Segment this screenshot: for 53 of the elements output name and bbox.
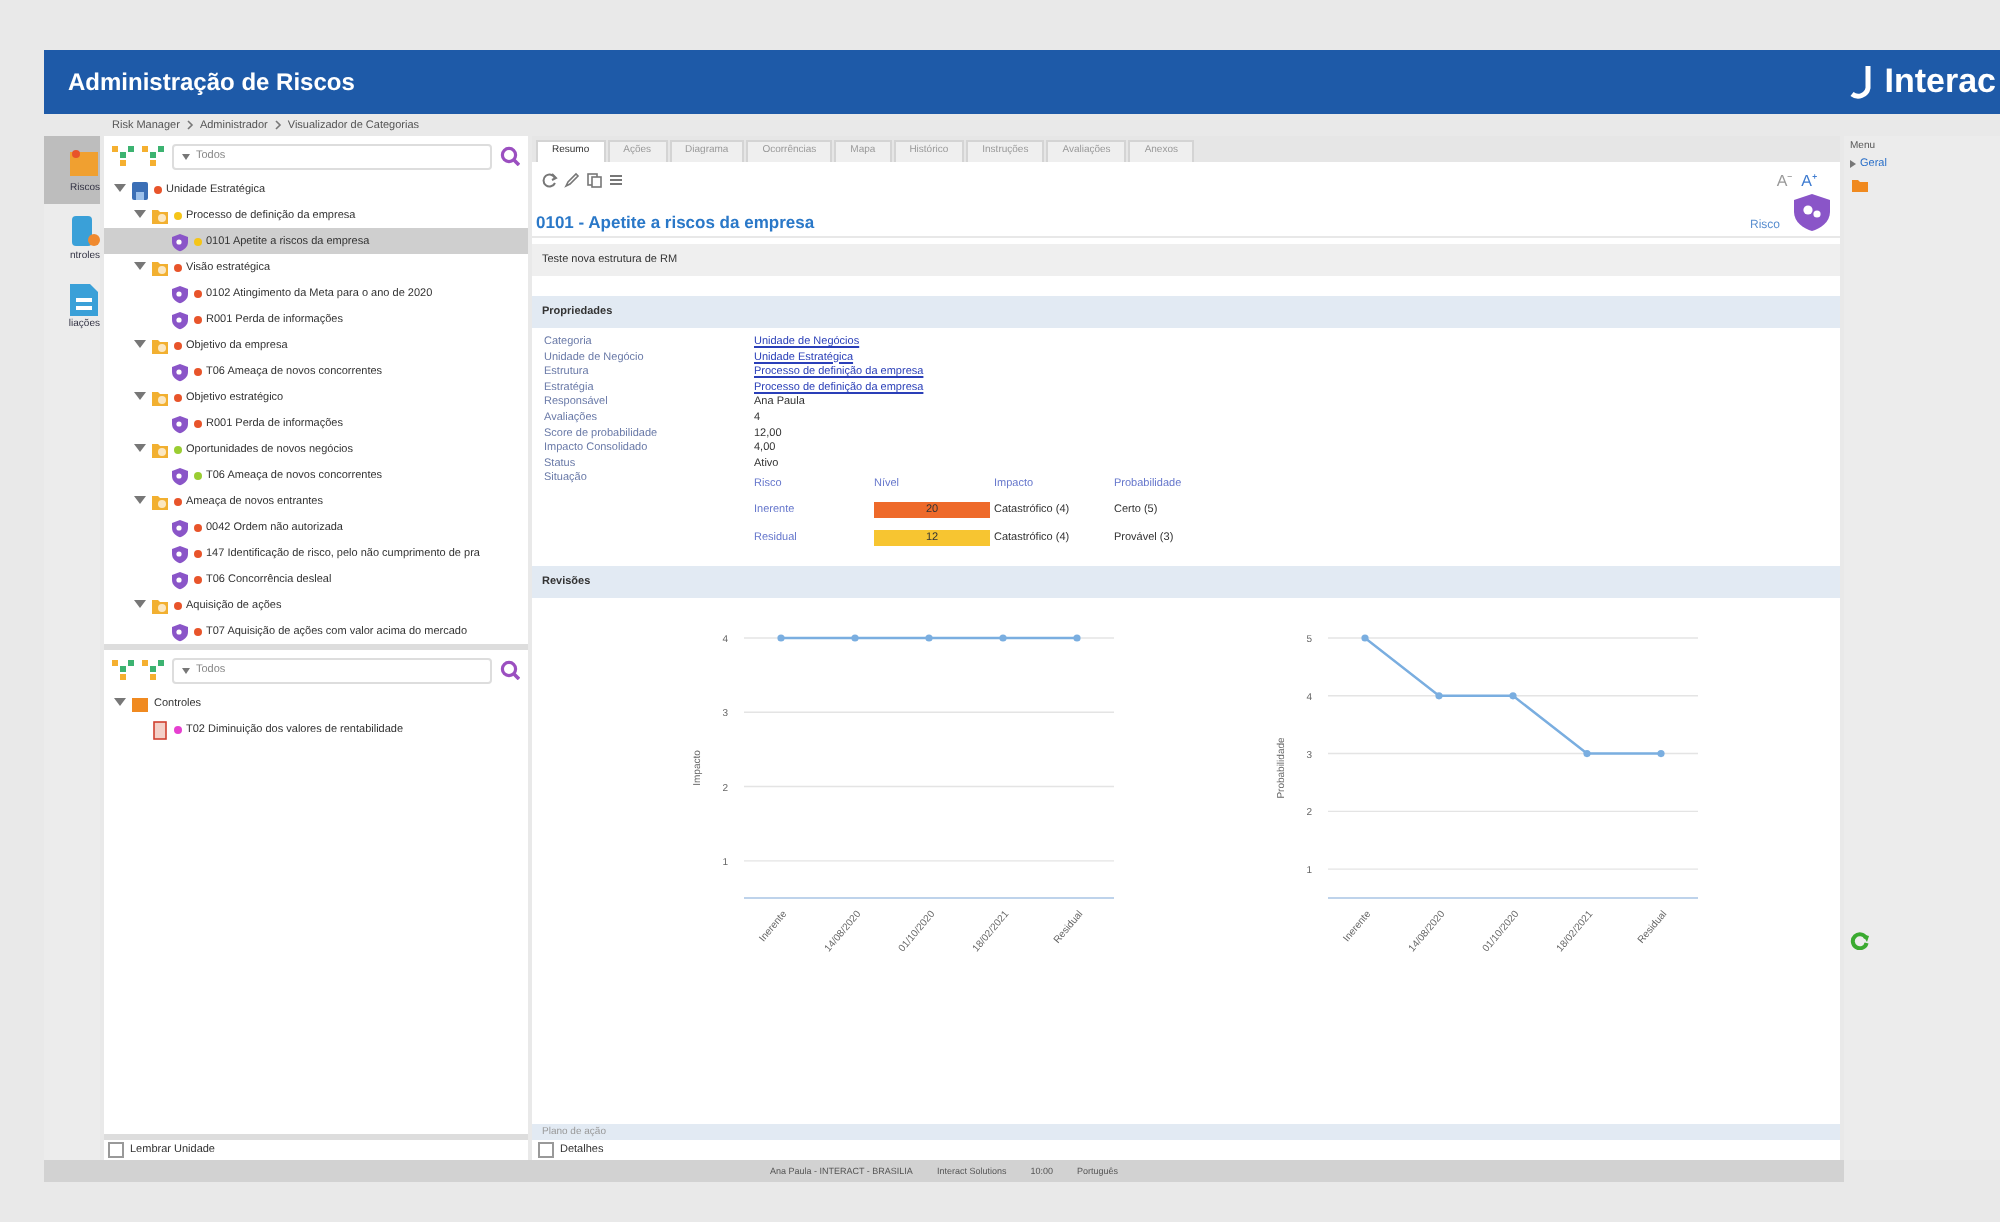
caret-icon [1850, 160, 1856, 168]
data-point [1073, 635, 1081, 643]
folder-icon [1850, 176, 1870, 194]
expand-all-icon [112, 660, 134, 680]
data-point [925, 635, 933, 643]
shield-icon [170, 283, 190, 303]
folder-icon [150, 205, 170, 225]
document-icon [150, 719, 170, 739]
logo-text: Interac [1884, 62, 1996, 102]
caret-icon [182, 153, 190, 159]
shield-icon [170, 361, 190, 381]
shield-icon [170, 413, 190, 433]
folder-icon [150, 439, 170, 459]
collapse-all-icon [142, 146, 164, 166]
search-icon [500, 660, 520, 680]
data-point [851, 635, 859, 643]
chevron-icon [185, 120, 194, 130]
building-icon [130, 179, 150, 199]
pencil-icon [564, 171, 580, 187]
shield-icon [170, 309, 190, 329]
folder-icon [150, 491, 170, 511]
data-point [1435, 692, 1443, 701]
shield-icon [170, 517, 190, 537]
folder-icon [150, 595, 170, 615]
data-point [1361, 635, 1369, 643]
checkbox[interactable] [538, 1142, 554, 1158]
folder-icon [130, 693, 150, 713]
data-point [1509, 692, 1517, 701]
chevron-icon [273, 120, 282, 130]
shield-icon [170, 543, 190, 563]
folder-icon [150, 257, 170, 277]
shield-icon [1792, 192, 1832, 232]
app-title: Administração de Riscos [68, 68, 355, 96]
risk-title: 0101 - Apetite a riscos da empresa [536, 212, 815, 232]
font-size-button[interactable]: A⁺ [1801, 168, 1818, 190]
list-icon [608, 171, 624, 187]
data-point [1583, 750, 1591, 758]
search-icon [500, 146, 520, 166]
expand-all-icon [112, 146, 134, 166]
copy-icon [586, 171, 602, 187]
data-point [999, 635, 1007, 643]
collapse-all-icon [142, 660, 164, 680]
data-point [1657, 750, 1665, 758]
folder-icon [150, 335, 170, 355]
refresh-icon [542, 171, 558, 187]
refresh-icon [1850, 930, 1870, 950]
shield-icon [170, 569, 190, 589]
shield-icon [170, 231, 190, 251]
caret-icon [182, 667, 190, 673]
checkbox[interactable] [108, 1142, 124, 1158]
shield-icon [170, 465, 190, 485]
data-point [777, 635, 785, 643]
folder-icon [150, 387, 170, 407]
